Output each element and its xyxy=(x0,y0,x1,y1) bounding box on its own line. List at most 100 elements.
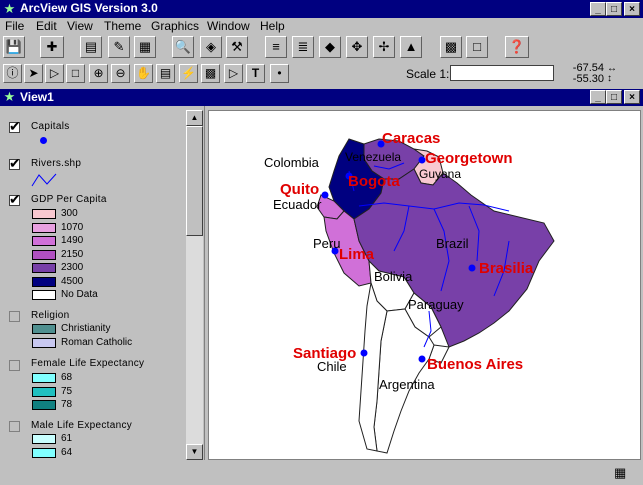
hotlink-tool[interactable]: ⚡ xyxy=(179,64,198,83)
brasilia-dot[interactable] xyxy=(468,264,476,272)
gdp-swatch[interactable] xyxy=(32,263,56,273)
label-santiago: Santiago xyxy=(293,345,356,362)
minimize-button[interactable]: _ xyxy=(590,2,606,16)
quito-dot[interactable] xyxy=(321,191,329,199)
label-peru: Peru xyxy=(313,236,340,251)
zoom-full-extent-button[interactable]: ≡ xyxy=(265,36,287,58)
view-minimize-button[interactable]: _ xyxy=(590,90,606,104)
female-life-swatch[interactable] xyxy=(32,400,56,410)
menu-graphics[interactable]: Graphics xyxy=(151,19,199,33)
label-argentina: Argentina xyxy=(379,377,435,392)
view-maximize-button[interactable]: □ xyxy=(606,90,622,104)
menu-view[interactable]: View xyxy=(67,19,93,33)
theme-rivers[interactable]: Rivers.shp xyxy=(31,158,81,169)
gdp-class-label: 300 xyxy=(61,208,78,219)
menu-edit[interactable]: Edit xyxy=(36,19,57,33)
label-caracas: Caracas xyxy=(382,130,440,147)
gdp-class-label: 1490 xyxy=(61,235,84,246)
toc-scrollbar[interactable]: ▲ ▼ xyxy=(186,110,203,460)
label-brazil: Brazil xyxy=(436,236,469,251)
view-title-bar: ★ View1 _ □ × xyxy=(0,89,643,106)
pan-tool[interactable]: ✋ xyxy=(134,64,153,83)
save-project-button[interactable]: 💾 xyxy=(3,36,25,58)
measure-tool[interactable]: ▤ xyxy=(156,64,175,83)
menu-file[interactable]: File xyxy=(5,19,24,33)
gdp-swatch[interactable] xyxy=(32,290,56,300)
label-brasilia: Brasilia xyxy=(479,260,534,277)
resize-grip-icon[interactable]: ▦ xyxy=(614,466,630,480)
map-display[interactable]: Colombia Venezuela Guyana Ecuador Peru B… xyxy=(208,110,641,460)
theme-male-life-expectancy[interactable]: Male Life Expectancy xyxy=(31,420,132,431)
view-icon[interactable]: ★ xyxy=(2,89,17,104)
rivers-visibility-checkbox[interactable] xyxy=(9,155,21,172)
label-buenos-aires: Buenos Aires xyxy=(427,356,523,373)
zoom-in-fixed-button[interactable]: ✥ xyxy=(346,36,368,58)
zoom-out-fixed-button[interactable]: ✢ xyxy=(373,36,395,58)
male-life-swatch[interactable] xyxy=(32,434,56,444)
gdp-swatch[interactable] xyxy=(32,249,56,260)
theme-properties-button[interactable]: ▤ xyxy=(80,36,102,58)
zoom-selected-button[interactable]: ◆ xyxy=(319,36,341,58)
theme-capitals[interactable]: Capitals xyxy=(31,121,70,132)
zoom-in-tool[interactable]: ⊕ xyxy=(89,64,108,83)
query-builder-button[interactable]: ⚒ xyxy=(226,36,248,58)
locate-address-button[interactable]: ◈ xyxy=(200,36,222,58)
menu-window[interactable]: Window xyxy=(207,19,250,33)
santiago-dot[interactable] xyxy=(360,349,368,357)
arcview-app-icon[interactable]: ★ xyxy=(2,1,17,16)
capitals-visibility-checkbox[interactable] xyxy=(9,118,21,135)
scale-input[interactable] xyxy=(450,65,554,81)
open-table-button[interactable]: ▦ xyxy=(134,36,156,58)
gdp-visibility-checkbox[interactable] xyxy=(9,191,21,208)
find-button[interactable]: 🔍 xyxy=(172,36,194,58)
menu-help[interactable]: Help xyxy=(260,19,285,33)
female-life-class-label: 68 xyxy=(61,372,73,383)
view-close-button[interactable]: × xyxy=(624,90,640,104)
buenos-aires-dot[interactable] xyxy=(418,355,426,363)
male-life-visibility-checkbox[interactable] xyxy=(9,421,20,432)
scroll-down-icon[interactable]: ▼ xyxy=(186,444,203,460)
select-by-theme-button[interactable]: ▩ xyxy=(440,36,462,58)
menu-theme[interactable]: Theme xyxy=(104,19,141,33)
close-button[interactable]: × xyxy=(624,2,640,16)
theme-religion[interactable]: Religion xyxy=(31,310,70,321)
add-theme-button[interactable]: ✚ xyxy=(40,36,64,58)
label-georgetown: Georgetown xyxy=(425,150,513,167)
scroll-thumb[interactable] xyxy=(186,126,203,236)
zoom-out-tool[interactable]: ⊖ xyxy=(111,64,130,83)
gdp-class-label: No Data xyxy=(61,289,98,300)
female-life-swatch[interactable] xyxy=(32,386,56,397)
pointer-tool[interactable]: ➤ xyxy=(24,64,43,83)
gdp-swatch[interactable] xyxy=(32,276,56,287)
clear-selection-button[interactable]: □ xyxy=(466,36,488,58)
male-life-swatch[interactable] xyxy=(32,447,56,458)
label-guyana: Guyana xyxy=(419,167,461,181)
female-life-swatch[interactable] xyxy=(32,373,56,383)
scroll-up-icon[interactable]: ▲ xyxy=(186,110,203,126)
zoom-active-themes-button[interactable]: ≣ xyxy=(292,36,314,58)
label-tool[interactable]: ▷ xyxy=(224,64,243,83)
theme-female-life-expectancy[interactable]: Female Life Expectancy xyxy=(31,358,144,369)
south-america-map[interactable]: Colombia Venezuela Guyana Ecuador Peru B… xyxy=(209,111,640,459)
religion-class-label: Christianity xyxy=(61,323,111,334)
gdp-swatch[interactable] xyxy=(32,236,56,246)
text-tool[interactable]: T xyxy=(246,64,265,83)
vertex-edit-tool[interactable]: ▷ xyxy=(45,64,64,83)
female-life-visibility-checkbox[interactable] xyxy=(9,360,20,371)
religion-swatch[interactable] xyxy=(32,337,56,348)
religion-visibility-checkbox[interactable] xyxy=(9,311,20,322)
theme-gdp-per-capita[interactable]: GDP Per Capita xyxy=(31,194,107,205)
status-bar: ▦ xyxy=(0,462,643,485)
help-button[interactable]: ❓ xyxy=(505,36,529,58)
maximize-button[interactable]: □ xyxy=(606,2,622,16)
religion-swatch[interactable] xyxy=(32,324,56,334)
edit-legend-button[interactable]: ✎ xyxy=(108,36,130,58)
gdp-swatch[interactable] xyxy=(32,222,56,233)
area-of-interest-tool[interactable]: ▩ xyxy=(201,64,220,83)
select-feature-tool[interactable]: □ xyxy=(66,64,85,83)
label-venezuela: Venezuela xyxy=(345,150,401,164)
draw-point-tool[interactable]: • xyxy=(270,64,289,83)
identify-tool[interactable]: ⓘ xyxy=(3,64,22,83)
zoom-previous-button[interactable]: ▲ xyxy=(400,36,422,58)
gdp-swatch[interactable] xyxy=(32,209,56,219)
